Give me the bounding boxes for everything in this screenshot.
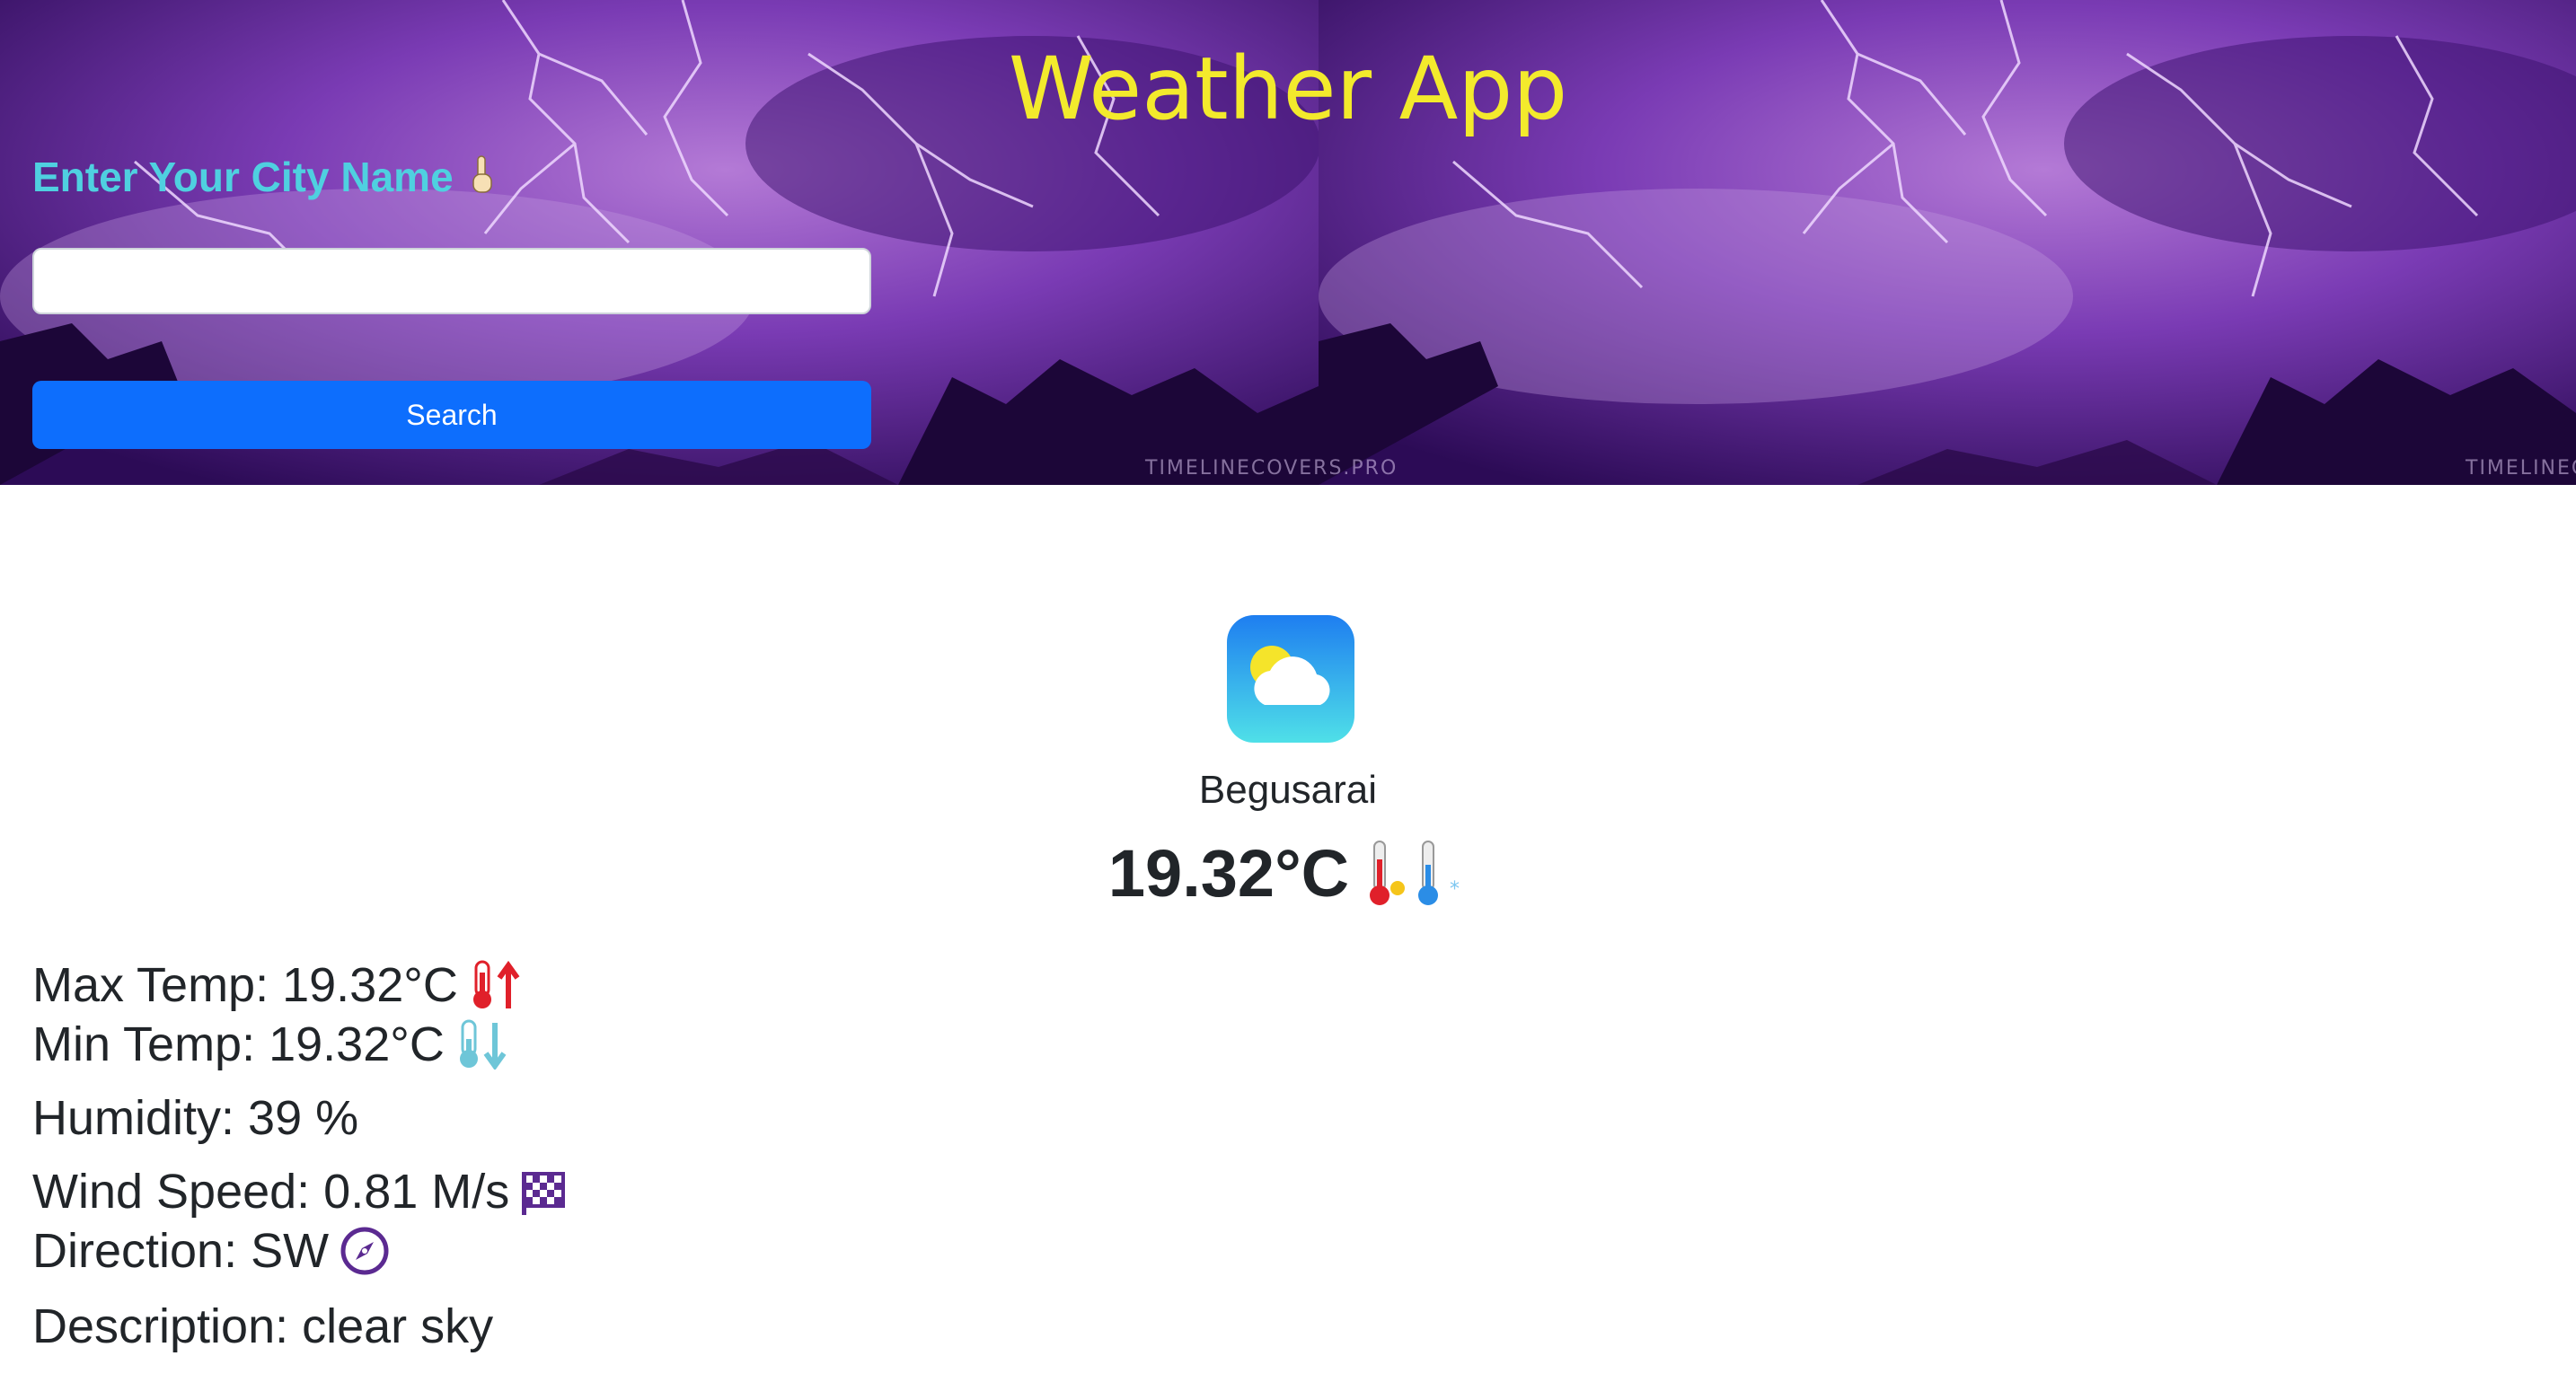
search-button[interactable]: Search <box>32 381 871 449</box>
watermark-text-repeat: TIMELINECOVE <box>2466 457 2576 480</box>
max-temp-row: Max Temp: 19.32°C <box>32 956 525 1014</box>
min-temp-row: Min Temp: 19.32°C <box>32 1016 511 1073</box>
min-temp-text: Min Temp: 19.32°C <box>32 1017 445 1071</box>
humidity-row: Humidity: 39 % <box>32 1089 358 1147</box>
max-temp-text: Max Temp: 19.32°C <box>32 958 458 1012</box>
thermometer-up-arrow-icon <box>472 960 520 1008</box>
current-temperature-row: 19.32°C * <box>0 835 2576 911</box>
checkered-flag-icon <box>522 1172 566 1215</box>
humidity-text: Humidity: 39 % <box>32 1091 359 1145</box>
thermometer-down-arrow-icon <box>459 1019 507 1070</box>
wind-speed-row: Wind Speed: 0.81 M/s <box>32 1163 570 1220</box>
partly-cloudy-icon <box>1227 615 1354 743</box>
city-input-label: Enter Your City Name <box>32 153 495 201</box>
weather-app-page: TIMELINECOVERS.PRO TIMELINECOVE Weather … <box>0 0 2576 1400</box>
direction-text: Direction: SW <box>32 1224 330 1278</box>
description-row: Description: clear sky <box>32 1298 493 1355</box>
city-search-input[interactable] <box>32 248 871 314</box>
pointing-down-icon <box>472 155 492 193</box>
svg-text:*: * <box>1450 878 1460 901</box>
watermark-text: TIMELINECOVERS.PRO <box>1145 457 1398 480</box>
app-title: Weather App <box>1008 39 1568 139</box>
city-input-label-text: Enter Your City Name <box>32 154 454 200</box>
thermometer-hot-cold-icon: * <box>1370 840 1460 905</box>
compass-icon <box>340 1227 389 1275</box>
city-name: Begusarai <box>1198 768 1378 812</box>
direction-row: Direction: SW <box>32 1222 390 1280</box>
current-temperature: 19.32°C <box>1107 836 1350 911</box>
description-text: Description: clear sky <box>32 1299 494 1353</box>
hero-banner: TIMELINECOVERS.PRO TIMELINECOVE Weather … <box>0 0 2576 485</box>
wind-speed-text: Wind Speed: 0.81 M/s <box>32 1165 510 1219</box>
